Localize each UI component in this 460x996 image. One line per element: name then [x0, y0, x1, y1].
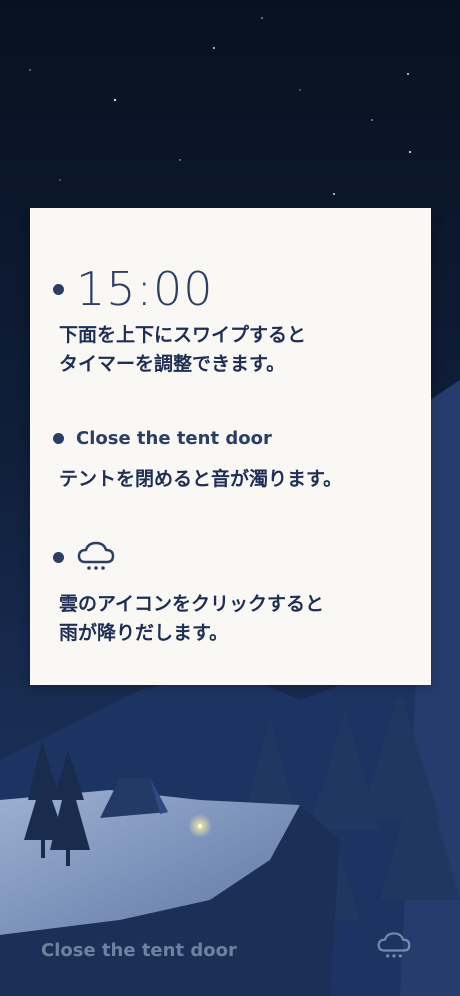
rain-cloud-icon[interactable] — [376, 930, 412, 962]
timer-description: 下面を上下にスワイプすると タイマーを調整できます。 — [59, 324, 307, 375]
bullet — [53, 551, 64, 563]
rain-description: 雲のアイコンをクリックすると 雨が降りだします。 — [59, 593, 325, 644]
timer-row: 15:00 — [53, 266, 214, 312]
bullet — [53, 433, 64, 444]
tent-door-toggle[interactable]: Close the tent door — [41, 940, 237, 961]
tent-heading: Close the tent door — [76, 428, 272, 449]
tent-row: Close the tent door — [53, 428, 272, 449]
timer-value: 15:00 — [76, 262, 214, 316]
bullet — [53, 283, 64, 295]
tent-description: テントを閉めると音が濁ります。 — [59, 468, 343, 490]
rain-cloud-icon — [77, 541, 115, 570]
rain-row — [53, 540, 116, 574]
instructions-card: 15:00 下面を上下にスワイプすると タイマーを調整できます。 Close t… — [30, 208, 431, 685]
